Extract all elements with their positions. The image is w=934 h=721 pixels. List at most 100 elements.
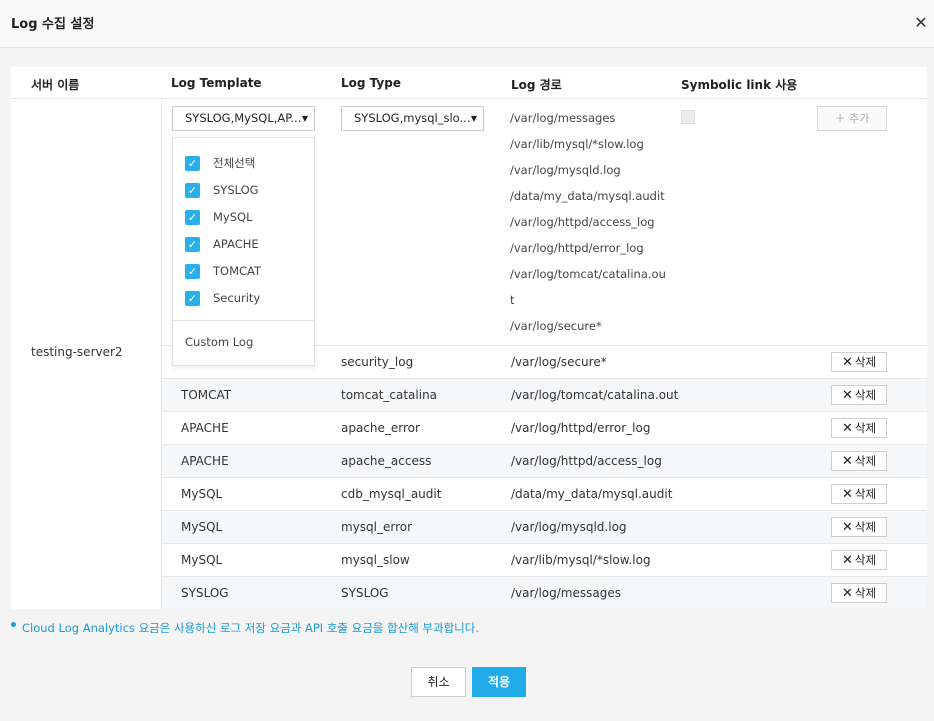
delete-button[interactable]: ✕ 삭제 <box>831 418 887 438</box>
delete-button[interactable]: ✕ 삭제 <box>831 451 887 471</box>
add-button-label: 추가 <box>849 112 870 125</box>
delete-button[interactable]: ✕ 삭제 <box>831 352 887 372</box>
close-icon: ✕ <box>841 553 853 568</box>
modal-header: Log 수집 설정 ✕ <box>0 0 934 48</box>
row-type: SYSLOG <box>341 586 389 600</box>
delete-label: 삭제 <box>854 487 877 501</box>
log-path-item: /var/log/messages <box>510 111 616 125</box>
row-path: /var/log/messages <box>511 586 621 600</box>
modal-title: Log 수집 설정 <box>11 17 95 32</box>
dropdown-option-custom-log[interactable]: Custom Log <box>185 335 253 349</box>
delete-label: 삭제 <box>854 355 877 369</box>
close-icon: ✕ <box>841 388 853 403</box>
add-button[interactable]: ＋ 추가 <box>817 106 887 131</box>
checkbox-checked-icon[interactable]: ✓ <box>185 237 200 252</box>
server-name: testing-server2 <box>31 345 123 359</box>
table-header: 서버 이름 Log Template Log Type Log 경로 Symbo… <box>11 67 927 99</box>
log-collection-modal: Log 수집 설정 ✕ 서버 이름 Log Template Log Type … <box>0 0 934 721</box>
close-icon: ✕ <box>841 355 853 370</box>
delete-label: 삭제 <box>854 388 877 402</box>
delete-button[interactable]: ✕ 삭제 <box>831 385 887 405</box>
cancel-button[interactable]: 취소 <box>411 667 466 697</box>
table-row: MySQL mysql_slow /var/lib/mysql/*slow.lo… <box>162 544 927 577</box>
header-symbolic-link: Symbolic link 사용 <box>681 78 798 92</box>
row-template: APACHE <box>181 454 229 468</box>
log-path-item: /var/log/httpd/access_log <box>510 215 655 229</box>
log-path-item: /var/log/secure* <box>510 319 602 333</box>
log-template-dropdown: ✓ 전체선택 ✓ SYSLOG ✓ MySQL ✓ APACHE ✓ TOMCA… <box>172 137 315 366</box>
dropdown-option-label: SYSLOG <box>213 183 259 197</box>
header-server-name: 서버 이름 <box>31 78 80 92</box>
close-icon: ✕ <box>841 454 853 469</box>
dropdown-divider <box>173 320 314 321</box>
log-path-item: /var/log/mysqld.log <box>510 163 621 177</box>
row-template: APACHE <box>181 421 229 435</box>
apply-button[interactable]: 적용 <box>472 667 526 697</box>
dropdown-option-label: MySQL <box>213 210 253 224</box>
row-template: MySQL <box>181 487 223 501</box>
log-path-list: /var/log/messages /var/lib/mysql/*slow.l… <box>510 105 670 339</box>
table-row: MySQL mysql_error /var/log/mysqld.log ✕ 삭… <box>162 511 927 544</box>
log-path-item: /data/my_data/mysql.audit <box>510 189 665 203</box>
row-type: tomcat_catalina <box>341 388 438 402</box>
log-type-select[interactable]: SYSLOG,mysql_slo... ▼ <box>341 106 484 131</box>
close-icon: ✕ <box>841 520 853 535</box>
row-type: mysql_slow <box>341 553 410 567</box>
checkbox-checked-icon[interactable]: ✓ <box>185 264 200 279</box>
delete-label: 삭제 <box>854 553 877 567</box>
row-type: security_log <box>341 355 414 369</box>
table-row: APACHE apache_access /var/log/httpd/acce… <box>162 445 927 478</box>
checkbox-checked-icon[interactable]: ✓ <box>185 210 200 225</box>
dropdown-option-label: Security <box>213 291 261 305</box>
checkbox-checked-icon[interactable]: ✓ <box>185 291 200 306</box>
row-type: cdb_mysql_audit <box>341 487 442 501</box>
log-settings-table: 서버 이름 Log Template Log Type Log 경로 Symbo… <box>11 67 927 609</box>
header-log-type: Log Type <box>341 76 401 90</box>
delete-label: 삭제 <box>854 586 877 600</box>
caret-down-icon: ▼ <box>470 114 477 123</box>
billing-note-text: Cloud Log Analytics 요금은 사용하신 로그 저장 요금과 A… <box>22 621 479 635</box>
delete-button[interactable]: ✕ 삭제 <box>831 583 887 603</box>
close-icon: ✕ <box>841 487 853 502</box>
delete-button[interactable]: ✕ 삭제 <box>831 550 887 570</box>
close-icon: ✕ <box>841 586 853 601</box>
row-template: SYSLOG <box>181 586 229 600</box>
row-path: /var/log/httpd/access_log <box>511 454 662 468</box>
delete-label: 삭제 <box>854 421 877 435</box>
row-template: MySQL <box>181 553 223 567</box>
header-log-template: Log Template <box>171 76 262 90</box>
delete-label: 삭제 <box>854 454 877 468</box>
table-row: SYSLOG SYSLOG /var/log/messages ✕ 삭제 <box>162 577 927 609</box>
log-path-item: /var/log/httpd/error_log <box>510 241 644 255</box>
plus-icon: ＋ <box>834 112 846 125</box>
table-row: TOMCAT tomcat_catalina /var/log/tomcat/c… <box>162 379 927 412</box>
log-path-item: t <box>510 293 515 307</box>
server-name-cell: testing-server2 <box>11 99 162 609</box>
row-path: /var/log/secure* <box>511 355 607 369</box>
row-type: apache_access <box>341 454 432 468</box>
row-path: /var/lib/mysql/*slow.log <box>511 553 651 567</box>
delete-button[interactable]: ✕ 삭제 <box>831 484 887 504</box>
log-template-select[interactable]: SYSLOG,MySQL,AP... ▼ <box>172 106 315 131</box>
checkbox-checked-icon[interactable]: ✓ <box>185 156 200 171</box>
caret-down-icon: ▼ <box>301 114 308 123</box>
row-path: /var/log/tomcat/catalina.out <box>511 388 679 402</box>
row-path: /var/log/httpd/error_log <box>511 421 651 435</box>
bullet-icon <box>11 622 16 627</box>
log-path-item: /var/log/tomcat/catalina.ou <box>510 267 666 281</box>
log-type-select-value: SYSLOG,mysql_slo... <box>354 111 471 125</box>
close-icon: ✕ <box>841 421 853 436</box>
row-type: mysql_error <box>341 520 413 534</box>
dropdown-option-label: 전체선택 <box>213 156 256 170</box>
symbolic-link-checkbox[interactable] <box>681 110 695 124</box>
header-log-path: Log 경로 <box>511 78 562 92</box>
row-path: /data/my_data/mysql.audit <box>511 487 673 501</box>
delete-button[interactable]: ✕ 삭제 <box>831 517 887 537</box>
row-path: /var/log/mysqld.log <box>511 520 627 534</box>
table-row: APACHE apache_error /var/log/httpd/error… <box>162 412 927 445</box>
checkbox-checked-icon[interactable]: ✓ <box>185 183 200 198</box>
billing-note: Cloud Log Analytics 요금은 사용하신 로그 저장 요금과 A… <box>11 620 479 636</box>
close-icon[interactable]: ✕ <box>912 14 930 32</box>
dropdown-option-label: APACHE <box>213 237 259 251</box>
delete-label: 삭제 <box>854 520 877 534</box>
